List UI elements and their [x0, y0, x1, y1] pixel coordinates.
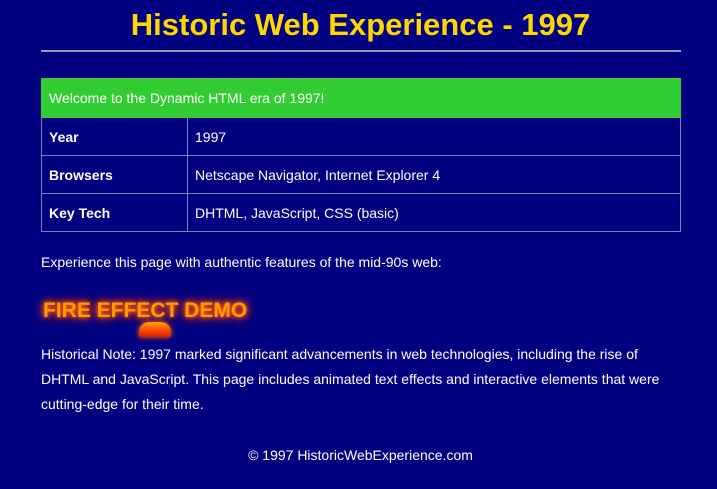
- fire-flame-icon: [139, 322, 171, 337]
- historical-note: Historical Note: 1997 marked significant…: [41, 346, 660, 412]
- row-label-year: Year: [41, 117, 188, 156]
- info-table: Welcome to the Dynamic HTML era of 1997!…: [41, 78, 681, 232]
- footer-copyright: © 1997 HistoricWebExperience.com: [248, 447, 473, 463]
- row-value-browsers: Netscape Navigator, Internet Explorer 4: [187, 155, 681, 194]
- row-label-key-tech: Key Tech: [41, 193, 188, 232]
- table-row: Year 1997: [41, 117, 681, 156]
- welcome-banner: Welcome to the Dynamic HTML era of 1997!: [41, 78, 681, 118]
- row-label-browsers: Browsers: [41, 155, 188, 194]
- intro-text: Experience this page with authentic feat…: [41, 254, 442, 270]
- table-row: Key Tech DHTML, JavaScript, CSS (basic): [41, 193, 681, 232]
- row-value-year: 1997: [187, 117, 681, 156]
- page-title: Historic Web Experience - 1997: [130, 7, 591, 42]
- table-row: Browsers Netscape Navigator, Internet Ex…: [41, 155, 681, 194]
- row-value-key-tech: DHTML, JavaScript, CSS (basic): [187, 193, 681, 232]
- fire-effect-demo: FIRE EFFECT DEMO: [43, 299, 248, 322]
- title-divider: [41, 50, 681, 52]
- table-banner-row: Welcome to the Dynamic HTML era of 1997!: [41, 78, 681, 118]
